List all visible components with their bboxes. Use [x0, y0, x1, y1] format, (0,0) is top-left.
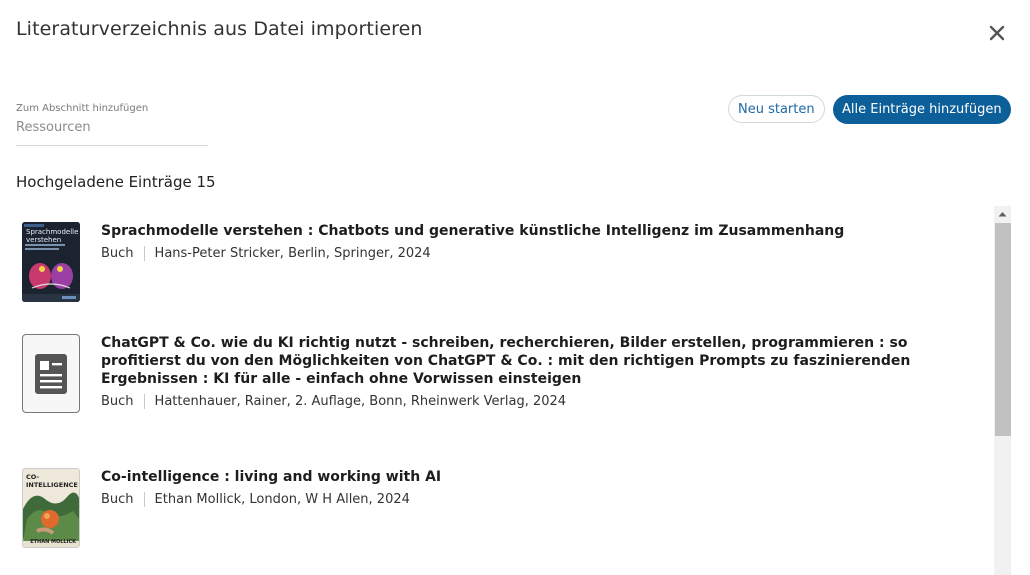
- restart-button[interactable]: Neu starten: [728, 95, 825, 123]
- scrollbar-thumb[interactable]: [995, 223, 1011, 436]
- entry-type: Buch: [101, 246, 134, 261]
- section-select[interactable]: Zum Abschnitt hinzufügen Ressourcen: [16, 103, 208, 146]
- entry-details: Hattenhauer, Rainer, 2. Auflage, Bonn, R…: [154, 394, 567, 409]
- divider: [143, 394, 145, 409]
- book-cover: Sprachmodelle verstehen: [22, 222, 80, 302]
- entry-type: Buch: [101, 394, 134, 409]
- book-cover-title: CO-INTELLIGENCE: [26, 473, 78, 489]
- chevron-up-icon: [998, 212, 1007, 217]
- close-icon: [989, 25, 1005, 41]
- entry-type: Buch: [101, 492, 134, 507]
- entry-title[interactable]: Co-intelligence : living and working wit…: [101, 468, 941, 486]
- book-cover: CO-INTELLIGENCE ETHAN MOLLICK: [22, 468, 80, 548]
- entry-title[interactable]: Sprachmodelle verstehen : Chatbots und g…: [101, 222, 941, 240]
- section-select-label: Zum Abschnitt hinzufügen: [16, 103, 149, 114]
- dialog-title: Literaturverzeichnis aus Datei importier…: [16, 18, 423, 40]
- generic-cover: [22, 334, 80, 413]
- document-icon: [35, 353, 67, 394]
- section-select-value[interactable]: Ressourcen: [16, 120, 208, 146]
- close-button[interactable]: [984, 20, 1010, 46]
- entry-details: Hans-Peter Stricker, Berlin, Springer, 2…: [154, 246, 431, 261]
- book-cover-title: Sprachmodelle verstehen: [26, 228, 79, 244]
- entries-list: Sprachmodelle verstehen Sprachmodelle ve…: [16, 206, 990, 575]
- entry-title[interactable]: ChatGPT & Co. wie du KI richtig nutzt - …: [101, 334, 941, 388]
- book-cover-author: ETHAN MOLLICK: [30, 539, 76, 545]
- divider: [143, 492, 145, 507]
- uploaded-entries-heading: Hochgeladene Einträge 15: [16, 173, 216, 191]
- add-all-entries-button[interactable]: Alle Einträge hinzufügen: [833, 95, 1011, 124]
- divider: [143, 246, 145, 261]
- entry-details: Ethan Mollick, London, W H Allen, 2024: [154, 492, 410, 507]
- scroll-up-button[interactable]: [994, 206, 1011, 222]
- scrollbar[interactable]: [994, 206, 1011, 575]
